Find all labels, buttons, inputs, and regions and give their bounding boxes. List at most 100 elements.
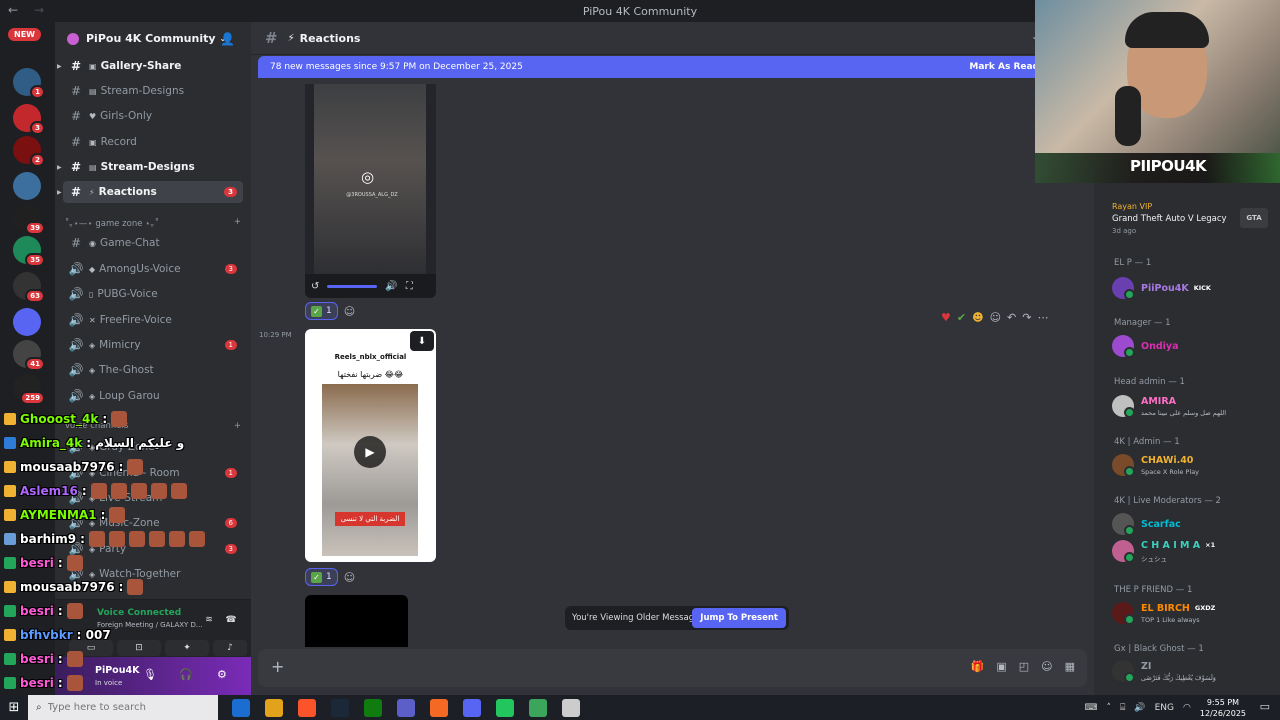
forward-arrow-icon[interactable]: → bbox=[34, 3, 44, 17]
add-member-icon[interactable]: 👤 bbox=[220, 32, 235, 46]
settings-gear-icon[interactable]: ⚙ bbox=[217, 668, 227, 681]
add-reaction-icon[interactable]: ☺ bbox=[990, 311, 1001, 324]
keyboard-icon[interactable]: ⌨ bbox=[1085, 703, 1098, 713]
screen-share-button[interactable]: ⊡ bbox=[117, 640, 161, 656]
message-input[interactable] bbox=[302, 658, 902, 678]
server-icon[interactable]: 39 bbox=[13, 204, 45, 235]
taskbar-app-icon[interactable] bbox=[397, 698, 415, 717]
member-row[interactable]: ZI وَلَسَوْفَ يُعْطِيكَ رَبُّكَ فَتَرْضَى bbox=[1112, 658, 1274, 684]
wifi-icon[interactable]: ◠ bbox=[1183, 703, 1191, 713]
channel-pubg-voice[interactable]: 🔊 ▯ PUBG-Voice bbox=[63, 283, 243, 305]
taskbar-app-icon[interactable] bbox=[496, 698, 514, 717]
notification-icon[interactable]: ▭ bbox=[1260, 700, 1270, 713]
channel-mimicry[interactable]: 🔊 ◈ Mimicry 1 bbox=[63, 334, 243, 356]
member-row[interactable]: AMIRA اللهم صل وسلم على نبينا محمد bbox=[1112, 393, 1274, 419]
channel-amongus-voice[interactable]: 🔊 ◆ AmongUs-Voice 3 bbox=[63, 258, 243, 280]
server-icon[interactable] bbox=[13, 172, 41, 200]
volume-icon[interactable]: 🔊 bbox=[385, 281, 397, 292]
voice-status[interactable]: Voice Connected bbox=[97, 608, 181, 618]
taskbar-app-icon[interactable] bbox=[463, 698, 481, 717]
video-attachment[interactable]: ◎ @3ROUSSA_ALG_DZ ↺ 🔊 ⛶ bbox=[305, 84, 436, 298]
back-arrow-icon[interactable]: ← bbox=[8, 3, 18, 17]
forward-icon[interactable]: ↷ bbox=[1022, 311, 1031, 324]
video-attachment-2[interactable]: ⬇ Reels_nblx_official ضربتها نفختها 😂😂 ▶… bbox=[305, 329, 436, 562]
member-row[interactable]: CHAWi.40 Space X Role Play bbox=[1112, 452, 1274, 478]
category-game-zone[interactable]: ˚｡⋆—⋆ game zone ⋆｡˚ + bbox=[65, 217, 241, 229]
mic-icon[interactable]: 🎙 bbox=[143, 668, 157, 681]
channel-girls-only[interactable]: # ♥ Girls-Only bbox=[63, 105, 243, 127]
taskbar-search-input[interactable] bbox=[47, 702, 158, 713]
mark-as-read-button[interactable]: Mark As Read bbox=[969, 62, 1039, 72]
taskbar-app-icon[interactable] bbox=[529, 698, 547, 717]
sticker-icon[interactable]: ◰ bbox=[1019, 660, 1029, 673]
more-icon[interactable]: ⋯ bbox=[1037, 311, 1048, 324]
clock[interactable]: 9:55 PM 12/26/2025 bbox=[1200, 697, 1246, 719]
add-channel-icon[interactable]: + bbox=[234, 217, 241, 229]
disconnect-icon[interactable]: ☎ bbox=[217, 612, 245, 628]
headphones-icon[interactable]: 🎧 bbox=[179, 668, 193, 681]
server-icon[interactable]: 3 bbox=[13, 104, 45, 135]
channel-stream-designs[interactable]: # ▤ Stream-Designs bbox=[63, 80, 243, 102]
taskbar-app-icon[interactable] bbox=[364, 698, 382, 717]
play-icon[interactable]: ▶ bbox=[354, 436, 386, 468]
check-icon[interactable]: ✔ bbox=[957, 311, 966, 324]
network-icon[interactable]: ⌸ bbox=[1120, 703, 1125, 713]
taskbar-app-icon[interactable] bbox=[265, 698, 283, 717]
channel-stream-designs[interactable]: ▶ # ▤ Stream-Designs bbox=[57, 156, 243, 178]
plus-icon[interactable]: + bbox=[271, 657, 284, 676]
channel-reactions[interactable]: ▶ # ⚡ Reactions 3 bbox=[57, 181, 243, 203]
add-channel-icon[interactable]: + bbox=[234, 421, 241, 431]
member-row[interactable]: Scarfac bbox=[1112, 511, 1274, 537]
channel-record[interactable]: # ▣ Record bbox=[63, 131, 243, 153]
channel-game-chat[interactable]: # ◉ Game-Chat bbox=[63, 232, 243, 254]
server-icon[interactable]: 41 bbox=[13, 340, 45, 371]
heart-icon[interactable]: ♥ bbox=[941, 311, 951, 324]
progress-bar[interactable] bbox=[327, 284, 378, 288]
taskbar-app-icon[interactable] bbox=[562, 698, 580, 717]
check-reaction[interactable]: ✓ 1 bbox=[305, 302, 338, 320]
user-panel[interactable]: PiPou4K In voice 🎙 🎧 ⚙ bbox=[55, 657, 251, 695]
fullscreen-icon[interactable]: ⛶ bbox=[406, 281, 413, 292]
guild-header[interactable]: PiPou 4K Community ⌄ 👤 bbox=[55, 22, 251, 55]
jump-to-present-button[interactable]: Jump To Present bbox=[692, 608, 786, 628]
volume-icon[interactable]: 🔊 bbox=[1134, 703, 1145, 713]
server-icon[interactable] bbox=[13, 308, 41, 336]
taskbar-app-icon[interactable] bbox=[232, 698, 250, 717]
member-row[interactable]: EL BIRCH GXDZ TOP 1 Like always bbox=[1112, 600, 1274, 626]
soundboard-button[interactable]: ♪ bbox=[213, 640, 247, 656]
taskbar-app-icon[interactable] bbox=[331, 698, 349, 717]
server-icon[interactable]: 259 bbox=[13, 374, 45, 405]
add-reaction-icon[interactable]: ☺ bbox=[344, 571, 355, 584]
server-icon[interactable]: 35 bbox=[13, 236, 45, 267]
gif-icon[interactable]: ▣ bbox=[996, 660, 1006, 673]
channel-the-ghost[interactable]: 🔊 ◈ The-Ghost bbox=[63, 359, 243, 381]
channel-gallery-share[interactable]: ▶ # ▣ Gallery-Share bbox=[57, 55, 243, 77]
gift-icon[interactable]: 🎁 bbox=[971, 660, 985, 673]
new-messages-bar[interactable]: 78 new messages since 9:57 PM on Decembe… bbox=[258, 56, 1087, 78]
laugh-emoji-icon[interactable]: ☻ bbox=[972, 311, 983, 324]
reply-icon[interactable]: ↶ bbox=[1007, 311, 1016, 324]
channel-freefire-voice[interactable]: 🔊 ✕ FreeFire-Voice bbox=[63, 309, 243, 331]
check-reaction[interactable]: ✓ 1 bbox=[305, 568, 338, 586]
member-row[interactable]: PiiPou4K KICK bbox=[1112, 275, 1274, 301]
windows-start-icon[interactable]: ⊞ bbox=[0, 700, 28, 715]
activities-button[interactable]: ✦ bbox=[165, 640, 209, 656]
member-row[interactable]: Ondiya bbox=[1112, 333, 1274, 359]
taskbar-app-icon[interactable] bbox=[298, 698, 316, 717]
server-icon[interactable]: 1 bbox=[13, 68, 45, 99]
chevron-up-icon[interactable]: ˄ bbox=[1107, 703, 1112, 713]
server-icon[interactable]: 2 bbox=[13, 136, 45, 167]
video-attachment-3[interactable] bbox=[305, 595, 408, 647]
channel-loup-garou[interactable]: 🔊 ◈ Loup Garou bbox=[63, 385, 243, 407]
download-icon[interactable]: ⬇ bbox=[410, 331, 434, 351]
emoji-icon[interactable]: ☺ bbox=[1041, 660, 1052, 673]
replay-icon[interactable]: ↺ bbox=[311, 281, 319, 292]
activity-card[interactable]: Rayan VIP Grand Theft Auto V Legacy 3d a… bbox=[1112, 202, 1272, 235]
member-row[interactable]: C H A I M A ×1 シュシュ bbox=[1112, 538, 1274, 564]
taskbar-app-icon[interactable] bbox=[430, 698, 448, 717]
apps-icon[interactable]: ▦ bbox=[1065, 660, 1075, 673]
language-indicator[interactable]: ENG bbox=[1155, 703, 1174, 713]
taskbar-search[interactable]: ⌕ bbox=[28, 695, 218, 720]
server-icon[interactable]: 63 bbox=[13, 272, 45, 303]
add-reaction-icon[interactable]: ☺ bbox=[344, 305, 355, 318]
